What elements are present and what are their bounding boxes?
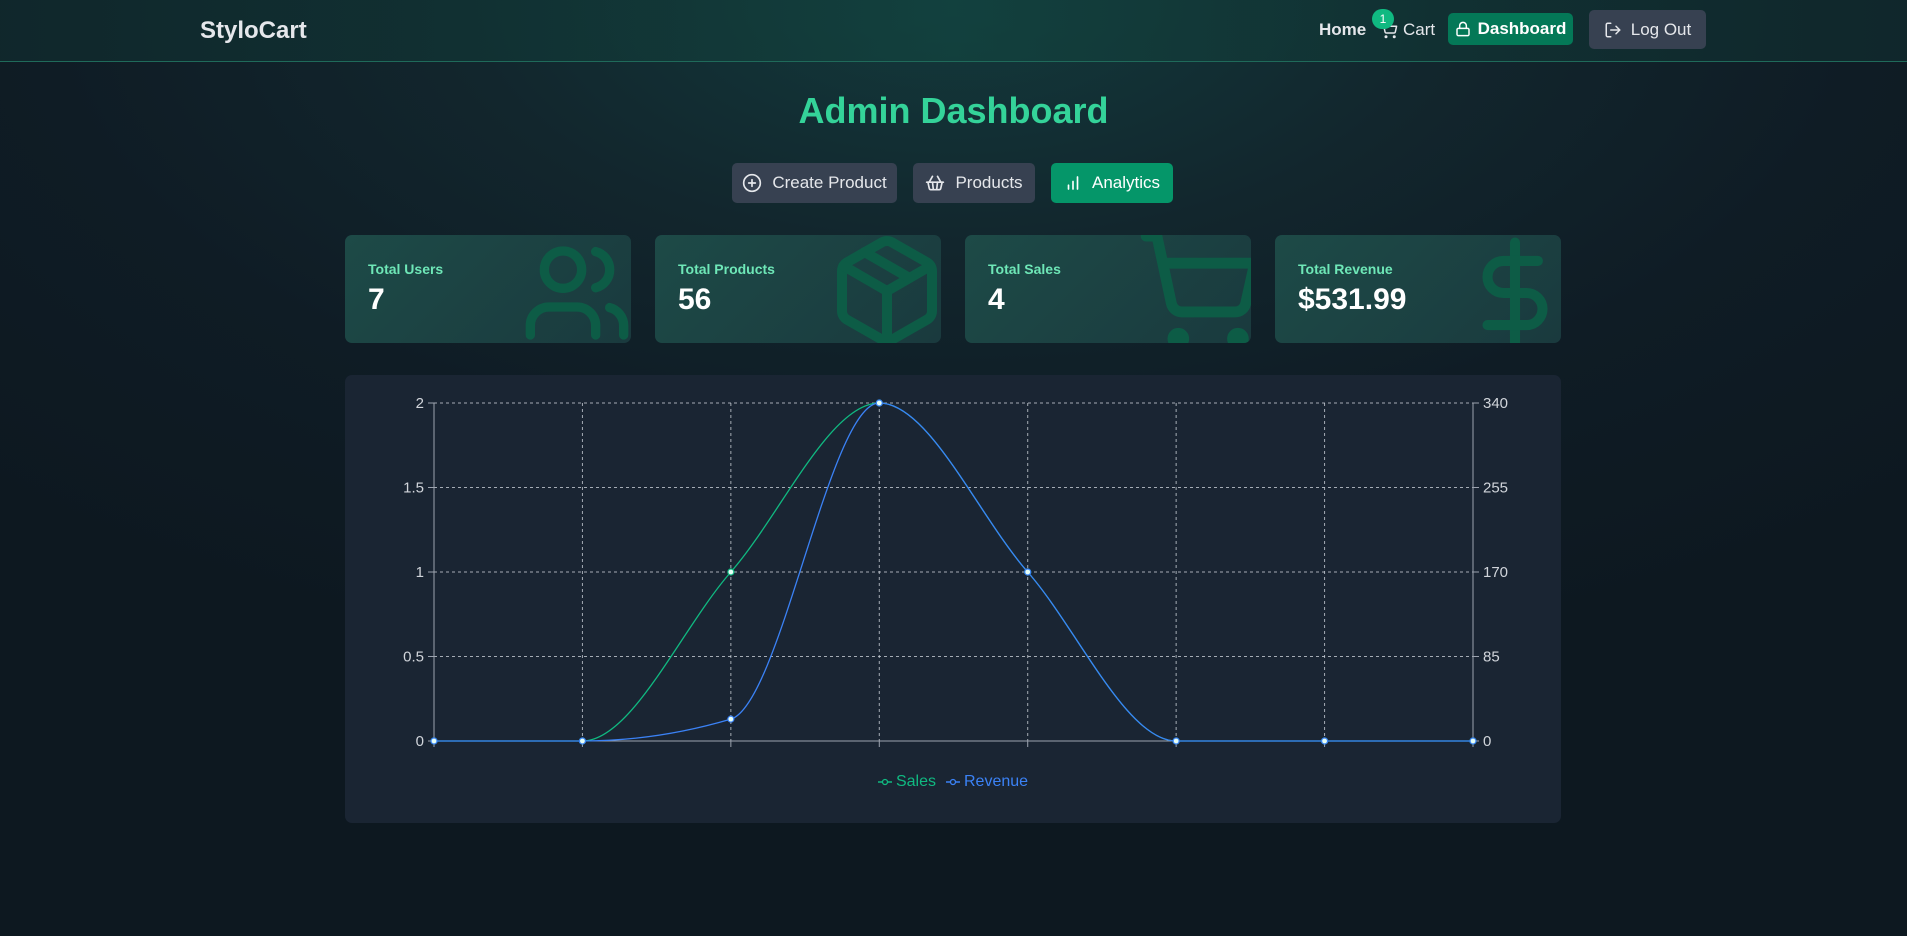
analytics-chart: 0 0.5 1 1.5 2 0 85 170 255 340 Sales Revenue [345, 375, 1561, 823]
stat-value: $531.99 [1298, 283, 1407, 316]
legend-marker [877, 778, 892, 786]
chart-canvas: 0 0.5 1 1.5 2 0 85 170 255 340 [403, 395, 1508, 750]
legend-item-sales[interactable]: Sales [877, 773, 936, 791]
data-point-revenue [1320, 737, 1329, 745]
navbar: StyloCart Home Cart 1 Dashboard Log Out [0, 0, 1907, 62]
dashboard-button[interactable]: Dashboard [1448, 13, 1573, 45]
y-axis-right-tick-label: 85 [1483, 649, 1500, 666]
cart-count-badge: 1 [1372, 9, 1394, 29]
data-point-revenue [578, 737, 587, 745]
users-icon [521, 237, 631, 343]
bar-chart-icon [1064, 174, 1082, 192]
legend-marker [945, 778, 960, 786]
y-axis-right-tick-label: 0 [1483, 733, 1491, 750]
tab-products[interactable]: Products [913, 163, 1035, 203]
tab-label: Analytics [1091, 173, 1161, 192]
stat-value: 7 [368, 283, 385, 316]
shopping-cart-icon [1135, 235, 1251, 343]
stat-card-sales: Total Sales 4 [965, 235, 1251, 343]
stat-label: Total Revenue [1298, 261, 1393, 277]
plus-circle-icon [742, 173, 762, 193]
data-point-revenue [430, 737, 438, 745]
tab-label: Create Product [772, 173, 887, 192]
package-icon [827, 235, 941, 343]
dollar-sign-icon [1460, 235, 1561, 343]
stat-card-products: Total Products 56 [655, 235, 941, 343]
brand-logo[interactable]: StyloCart [200, 17, 307, 45]
stat-value: 56 [678, 283, 712, 316]
legend-label: Revenue [963, 773, 1029, 790]
legend-item-revenue[interactable]: Revenue [945, 773, 1029, 791]
y-axis-left-tick-label: 1 [416, 564, 424, 581]
y-axis-right-tick-label: 340 [1483, 395, 1508, 412]
stat-label: Total Products [678, 261, 775, 277]
nav-cart-label: Cart [1403, 20, 1436, 39]
data-point-revenue [875, 399, 883, 407]
y-axis-left-tick-label: 0 [416, 733, 424, 750]
stat-card-revenue: Total Revenue $531.99 [1275, 235, 1561, 343]
nav-home-link[interactable]: Home [1319, 20, 1366, 40]
logout-button[interactable]: Log Out [1589, 10, 1706, 49]
chart-legend: Sales Revenue [345, 773, 1561, 791]
stat-label: Total Sales [988, 261, 1061, 277]
data-point-revenue [727, 715, 735, 723]
page-title: Admin Dashboard [798, 90, 1109, 131]
legend-label: Sales [895, 773, 936, 790]
dashboard-button-label: Dashboard [1477, 19, 1567, 38]
y-axis-right-tick-label: 255 [1483, 480, 1508, 497]
lock-icon [1455, 21, 1471, 37]
y-axis-left-tick-label: 2 [416, 395, 424, 412]
y-axis-left-tick-label: 0.5 [403, 649, 424, 666]
tab-analytics[interactable]: Analytics [1051, 163, 1173, 203]
tab-create-product[interactable]: Create Product [732, 163, 897, 203]
log-out-icon [1604, 21, 1622, 39]
data-point-sales [727, 568, 735, 576]
stat-label: Total Users [368, 261, 444, 277]
y-axis-left-tick-label: 1.5 [403, 480, 424, 497]
logout-button-label: Log Out [1630, 19, 1692, 39]
y-axis-right-tick-label: 170 [1483, 564, 1508, 581]
data-point-revenue [1172, 737, 1180, 745]
basket-icon [925, 173, 945, 193]
stat-value: 4 [988, 283, 1005, 316]
stat-card-users: Total Users 7 [345, 235, 631, 343]
data-point-revenue [1024, 568, 1032, 576]
data-point-revenue [1469, 737, 1477, 745]
tab-label: Products [955, 173, 1023, 192]
